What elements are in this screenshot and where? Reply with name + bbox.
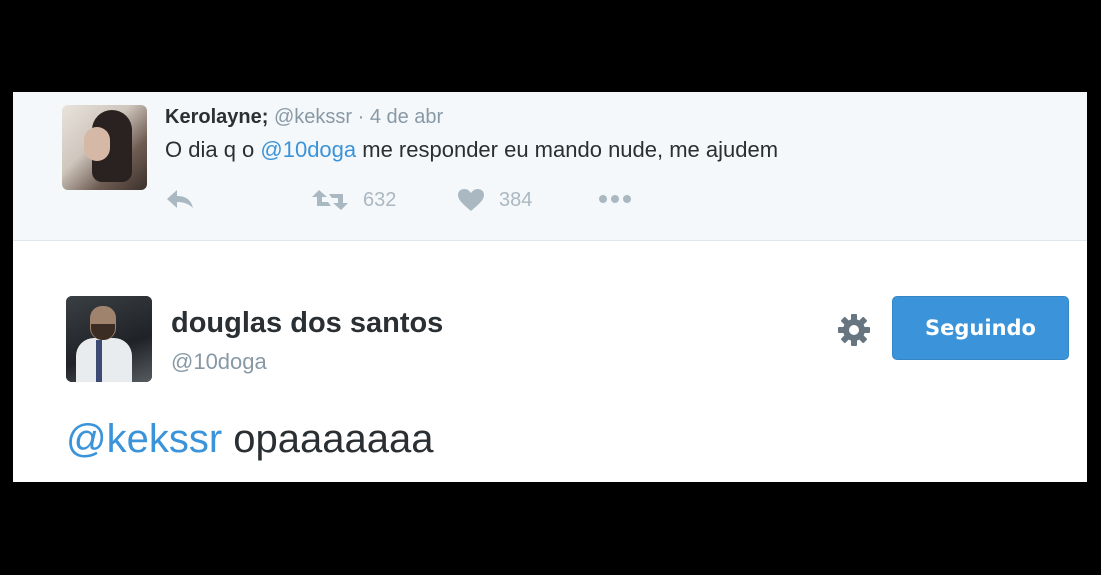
reply-button[interactable] (165, 188, 195, 210)
retweet-count: 632 (363, 188, 397, 211)
separator: · (357, 106, 365, 128)
mention-link[interactable]: @kekssr (66, 417, 222, 461)
more-icon (599, 195, 631, 203)
tweet-text: O dia q o @10doga me responder eu mando … (165, 137, 778, 163)
avatar[interactable] (66, 296, 152, 382)
like-icon (458, 189, 484, 211)
tweet-text-after: me responder eu mando nude, me ajudem (356, 137, 779, 162)
tweet-card: Kerolayne; @kekssr · 4 de abr O dia q o … (13, 92, 1087, 482)
avatar-shirt (76, 338, 132, 382)
tweet-text-body: opaaaaaaa (222, 417, 434, 461)
tweet-header: Kerolayne; @kekssr · 4 de abr (165, 106, 443, 129)
display-name[interactable]: douglas dos santos (171, 307, 443, 340)
tweet-text: @kekssr opaaaaaaa (66, 417, 434, 462)
reply-icon (167, 190, 193, 208)
following-button[interactable]: Seguindo (892, 296, 1069, 360)
retweet-icon (312, 190, 348, 210)
handle[interactable]: @10doga (171, 349, 267, 375)
more-button[interactable] (597, 188, 633, 210)
retweet-button[interactable]: 632 (311, 188, 396, 212)
gear-icon[interactable] (837, 313, 871, 347)
like-count: 384 (499, 188, 533, 211)
mention-link[interactable]: @10doga (260, 137, 356, 162)
avatar-face (84, 127, 110, 161)
reply-tweet[interactable]: Kerolayne; @kekssr · 4 de abr O dia q o … (13, 92, 1087, 241)
tweet-date[interactable]: 4 de abr (370, 106, 443, 128)
like-button[interactable]: 384 (457, 188, 532, 212)
handle[interactable]: @kekssr (274, 106, 352, 128)
avatar-stripe (96, 340, 102, 382)
tweet-text-before: O dia q o (165, 137, 261, 162)
display-name[interactable]: Kerolayne; (165, 106, 268, 128)
avatar[interactable] (62, 105, 147, 190)
